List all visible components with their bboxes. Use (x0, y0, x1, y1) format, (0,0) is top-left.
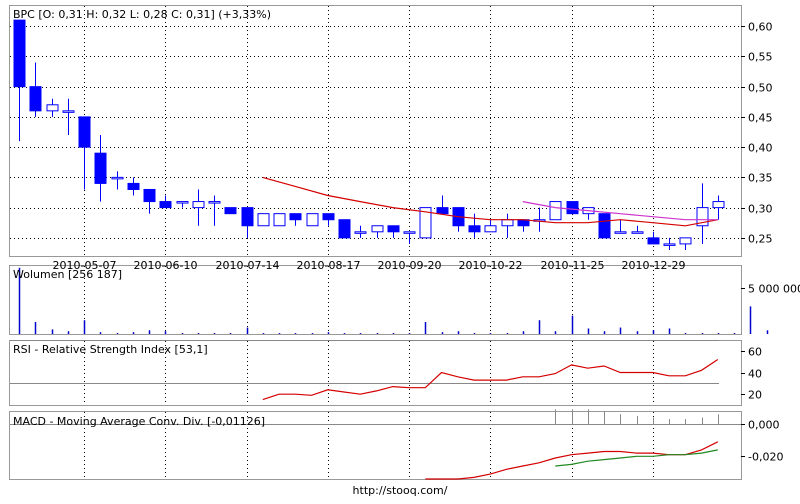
candle (224, 207, 237, 215)
x-tick-label: 2010-09-20 (378, 259, 442, 272)
candle-body (208, 201, 221, 204)
y-tick-label: 0,45 (748, 112, 773, 125)
stock-chart: 2010-05-07 2010-06-10 2010-07-14 2010-08-17… (9, 5, 800, 480)
candle-body (566, 201, 579, 215)
candle-body (241, 207, 254, 227)
y-tick-label: 5 000 000 (748, 283, 800, 296)
y-tick-label: 0,40 (748, 142, 773, 155)
x-tick-label: 2010-11-25 (541, 259, 605, 272)
candle-body (322, 213, 335, 221)
candle-body (631, 231, 644, 234)
candle (549, 201, 562, 221)
y-tick-label: 0,30 (748, 203, 773, 216)
candle-body (387, 225, 400, 233)
candle-body (647, 237, 660, 245)
candle-body (614, 231, 627, 234)
y-tick-label: 0,25 (748, 233, 773, 246)
candle-body (94, 152, 107, 184)
candle-body (403, 231, 416, 234)
candle-body (159, 201, 172, 209)
candle-body (484, 225, 497, 233)
y-tick-label: 20 (748, 389, 762, 402)
candle-body (371, 225, 384, 233)
candle-body (78, 116, 91, 148)
candle-body (549, 201, 562, 221)
candle-body (192, 201, 205, 209)
candle-body (679, 237, 692, 245)
candle-body (663, 243, 676, 246)
candle-body (13, 19, 26, 88)
candle (338, 219, 351, 239)
y-tick-label: 0,55 (748, 51, 773, 64)
volume-panel-title: Wolumen [256 187] (13, 268, 122, 281)
source-url[interactable]: http://stooq.com/ (0, 484, 800, 497)
y-tick-label: -0,020 (748, 451, 783, 464)
candle-body (29, 86, 42, 112)
candle-body (62, 110, 75, 113)
candle (566, 201, 579, 215)
candle (598, 213, 611, 239)
x-tick-label: 2010-07-14 (216, 259, 280, 272)
macd-panel-title: MACD - Moving Average Conv. Div. [-0,011… (13, 415, 265, 428)
y-tick-label: 40 (748, 368, 762, 381)
candle-body (224, 207, 237, 215)
y-tick-label: 0,60 (748, 21, 773, 34)
candle-body (501, 219, 514, 227)
candle-body (289, 213, 302, 221)
candle-body (273, 213, 286, 227)
candle-body (46, 104, 59, 112)
x-tick-label: 2010-12-29 (622, 259, 686, 272)
candle (306, 213, 319, 227)
panel-frame-1 (9, 5, 742, 257)
price-panel-title: BPC [O: 0,31 H: 0,32 L: 0,28 C: 0,31] (+… (13, 8, 271, 21)
x-tick-label: 2010-06-10 (134, 259, 198, 272)
y-tick-label: 0,000 (748, 419, 780, 432)
x-tick-label: 2010-08-17 (297, 259, 361, 272)
candle (257, 213, 270, 227)
candle-body (468, 225, 481, 233)
candle-body (306, 213, 319, 227)
candle-body (436, 207, 449, 215)
candle-body (712, 201, 725, 209)
x-tick-label: 2010-10-22 (459, 259, 523, 272)
y-tick-label: 60 (748, 346, 762, 359)
rsi-panel-title: RSI - Relative Strength Index [53,1] (13, 343, 208, 356)
candle-body (111, 176, 124, 180)
candle-body (127, 182, 140, 190)
candle-body (176, 201, 189, 204)
y-tick-label: 0,50 (748, 82, 773, 95)
candle-body (598, 213, 611, 239)
candle-body (338, 219, 351, 239)
candle (273, 213, 286, 227)
candle-body (143, 188, 156, 203)
candle-body (354, 231, 367, 234)
candle-body (257, 213, 270, 227)
y-tick-label: 0,35 (748, 172, 773, 185)
